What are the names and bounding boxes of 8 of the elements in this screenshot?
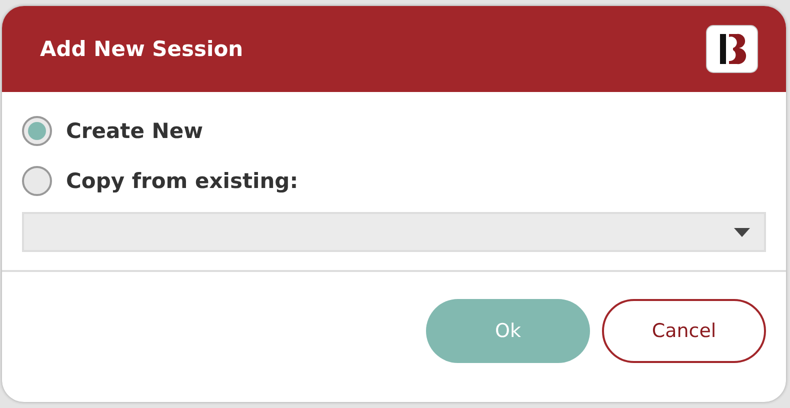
dialog-title: Add New Session	[40, 37, 244, 61]
radio-button[interactable]	[22, 116, 52, 146]
logo-icon	[706, 25, 758, 73]
radio-label[interactable]: Copy from existing:	[66, 169, 298, 193]
caret-icon	[734, 228, 750, 236]
cancel-button[interactable]: Cancel	[602, 299, 766, 363]
radio-button[interactable]	[22, 166, 52, 196]
radio-label[interactable]: Create New	[66, 119, 203, 143]
